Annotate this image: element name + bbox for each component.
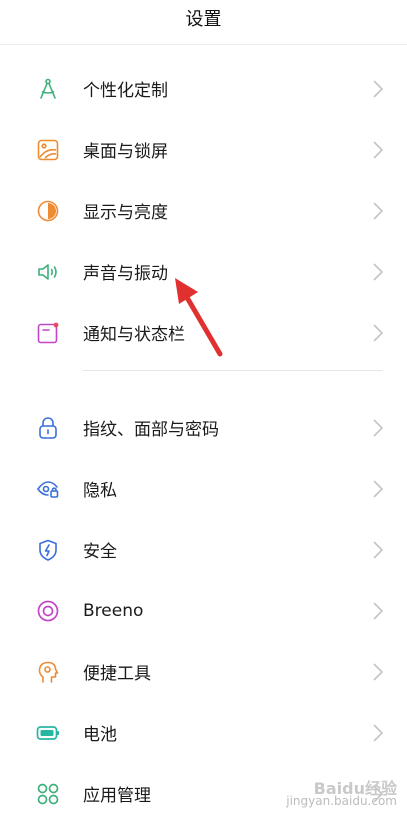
settings-item-breeno[interactable]: Breeno bbox=[0, 580, 407, 641]
settings-item-convenience-tools[interactable]: 便捷工具 bbox=[0, 641, 407, 702]
lock-icon bbox=[36, 416, 60, 440]
watermark-url: jingyan.baidu.com bbox=[286, 794, 397, 808]
settings-item-display[interactable]: 显示与亮度 bbox=[0, 180, 407, 241]
chevron-right-icon bbox=[372, 723, 384, 743]
settings-item-label: 个性化定制 bbox=[83, 81, 168, 101]
chevron-right-icon bbox=[372, 140, 384, 160]
settings-item-label: 便捷工具 bbox=[83, 664, 151, 684]
compass-icon bbox=[36, 77, 60, 101]
speaker-icon bbox=[36, 260, 60, 284]
chevron-right-icon bbox=[372, 79, 384, 99]
settings-item-label: Breeno bbox=[83, 600, 144, 621]
page-header: 设置 bbox=[0, 0, 407, 45]
settings-item-label: 电池 bbox=[83, 725, 117, 745]
privacy-eye-icon bbox=[36, 477, 60, 501]
apps-icon bbox=[36, 782, 60, 806]
watermark: Baidu经验 jingyan.baidu.com bbox=[286, 781, 397, 808]
chevron-right-icon bbox=[372, 262, 384, 282]
chevron-right-icon bbox=[372, 662, 384, 682]
settings-item-label: 桌面与锁屏 bbox=[83, 142, 168, 162]
page-title: 设置 bbox=[185, 9, 222, 30]
chevron-right-icon bbox=[372, 323, 384, 343]
settings-item-label: 应用管理 bbox=[83, 786, 151, 806]
settings-item-wallpaper[interactable]: 桌面与锁屏 bbox=[0, 119, 407, 180]
settings-item-label: 隐私 bbox=[83, 481, 117, 501]
notification-icon bbox=[36, 321, 60, 345]
chevron-right-icon bbox=[372, 418, 384, 438]
settings-item-label: 安全 bbox=[83, 542, 117, 562]
settings-item-fingerprint-face-password[interactable]: 指纹、面部与密码 bbox=[0, 397, 407, 458]
section-divider bbox=[0, 363, 407, 377]
tools-icon bbox=[36, 660, 60, 684]
breeno-icon bbox=[36, 599, 60, 623]
settings-item-battery[interactable]: 电池 bbox=[0, 702, 407, 763]
settings-item-label: 指纹、面部与密码 bbox=[83, 420, 219, 440]
battery-icon bbox=[36, 721, 60, 745]
chevron-right-icon bbox=[372, 479, 384, 499]
brightness-icon bbox=[36, 199, 60, 223]
settings-item-personalization[interactable]: 个性化定制 bbox=[0, 58, 407, 119]
settings-item-label: 通知与状态栏 bbox=[83, 325, 185, 345]
settings-item-label: 声音与振动 bbox=[83, 264, 168, 284]
settings-item-notifications[interactable]: 通知与状态栏 bbox=[0, 302, 407, 363]
settings-item-sound[interactable]: 声音与振动 bbox=[0, 241, 407, 302]
settings-item-security[interactable]: 安全 bbox=[0, 519, 407, 580]
settings-list: 个性化定制 桌面与锁屏 显示与亮度 声音与振动 通知与状态栏 指纹、面部与密码 … bbox=[0, 58, 407, 824]
shield-icon bbox=[36, 538, 60, 562]
chevron-right-icon bbox=[372, 601, 384, 621]
chevron-right-icon bbox=[372, 540, 384, 560]
chevron-right-icon bbox=[372, 201, 384, 221]
wallpaper-icon bbox=[36, 138, 60, 162]
settings-item-privacy[interactable]: 隐私 bbox=[0, 458, 407, 519]
settings-item-label: 显示与亮度 bbox=[83, 203, 168, 223]
